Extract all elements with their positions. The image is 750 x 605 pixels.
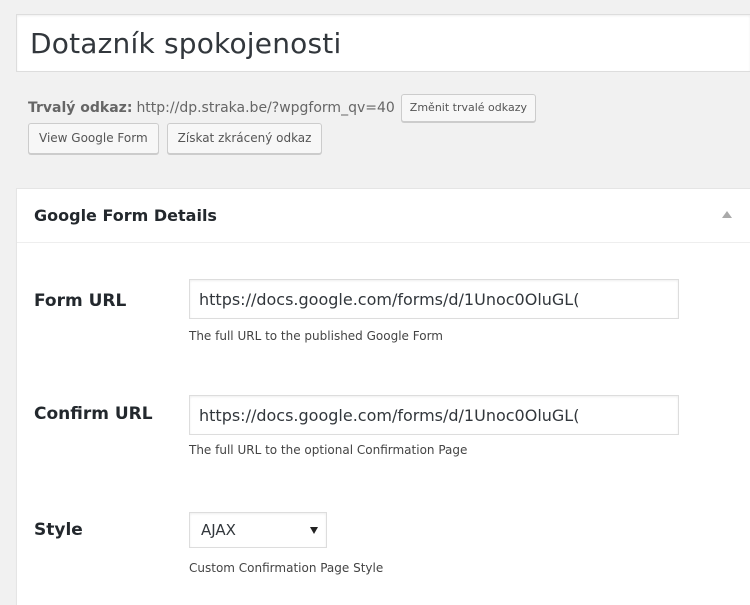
form-url-input[interactable] <box>189 279 679 319</box>
form-url-description: The full URL to the published Google For… <box>189 329 443 343</box>
style-description: Custom Confirmation Page Style <box>189 561 384 575</box>
edit-post-page: Dotazník spokojenosti Trvalý odkaz: http… <box>0 0 750 605</box>
permalink-label: Trvalý odkaz: <box>28 100 133 116</box>
permalink-actions: View Google Form Získat zkrácený odkaz <box>28 123 323 154</box>
confirm-url-description: The full URL to the optional Confirmatio… <box>189 443 468 457</box>
permalink-row: Trvalý odkaz: http://dp.straka.be/?wpgfo… <box>28 94 536 122</box>
confirm-url-input[interactable] <box>189 395 679 435</box>
form-url-label: Form URL <box>34 291 127 311</box>
google-form-details-metabox: Google Form Details Form URL The full UR… <box>16 188 750 605</box>
style-select-value: AJAX <box>201 521 236 539</box>
style-select[interactable]: AJAX <box>189 512 327 548</box>
view-google-form-button[interactable]: View Google Form <box>28 123 159 154</box>
chevron-down-icon <box>310 527 318 534</box>
change-permalinks-button[interactable]: Změnit trvalé odkazy <box>400 94 536 122</box>
get-shortlink-button[interactable]: Získat zkrácený odkaz <box>166 123 323 154</box>
confirm-url-label: Confirm URL <box>34 404 153 424</box>
post-title-field[interactable]: Dotazník spokojenosti <box>16 14 750 72</box>
style-label: Style <box>34 520 83 540</box>
post-title-text: Dotazník spokojenosti <box>30 27 342 60</box>
triangle-up-icon[interactable] <box>722 211 732 218</box>
metabox-title: Google Form Details <box>34 206 217 225</box>
permalink-url[interactable]: http://dp.straka.be/?wpgform_qv=40 <box>136 100 394 116</box>
metabox-header[interactable]: Google Form Details <box>17 189 750 243</box>
